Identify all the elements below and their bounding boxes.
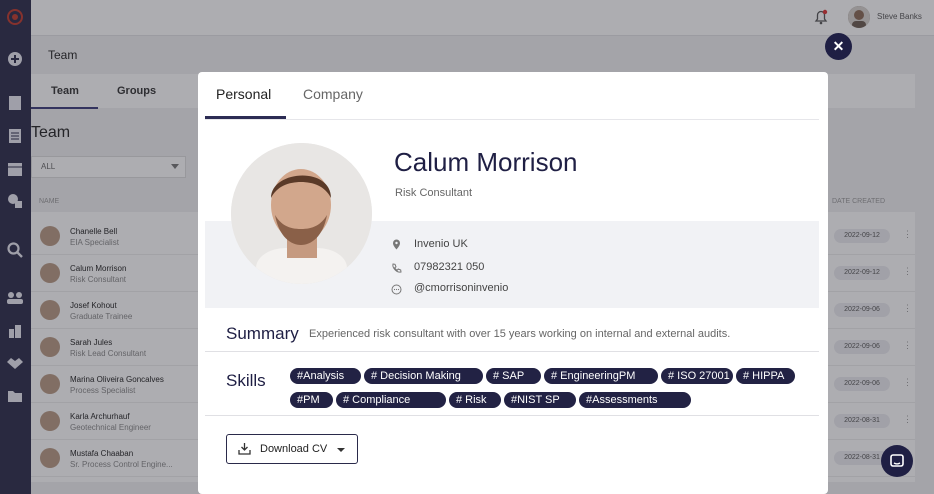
location-text: Invenio UK xyxy=(414,238,468,250)
divider xyxy=(205,351,819,352)
tab-company[interactable]: Company xyxy=(303,86,363,102)
close-icon: ✕ xyxy=(832,38,845,54)
chat-bubble-icon xyxy=(391,282,402,295)
skill-tag[interactable]: #PM xyxy=(290,392,333,408)
tab-personal[interactable]: Personal xyxy=(216,86,271,102)
profile-modal: Personal Company Calum Morrison Risk Con… xyxy=(198,72,828,494)
person-role: Risk Consultant xyxy=(395,187,473,199)
download-cv-button[interactable]: Download CV xyxy=(226,434,358,464)
skill-tag[interactable]: #Assessments xyxy=(579,392,691,408)
skill-tag[interactable]: # Decision Making xyxy=(364,368,483,384)
summary-heading: Summary xyxy=(226,324,299,343)
skill-tag[interactable]: # Compliance xyxy=(336,392,446,408)
handle-text[interactable]: @cmorrisoninvenio xyxy=(414,282,508,294)
close-modal-button[interactable]: ✕ xyxy=(825,33,852,60)
skill-tag[interactable]: # Risk xyxy=(449,392,501,408)
skill-tag[interactable]: # ISO 27001 xyxy=(661,368,733,384)
skills-heading: Skills xyxy=(226,371,266,390)
download-icon xyxy=(238,442,251,455)
phone-text[interactable]: 07982321 050 xyxy=(414,261,484,273)
chat-launcher-button[interactable] xyxy=(881,445,913,477)
tab-divider xyxy=(205,119,819,120)
person-name: Calum Morrison xyxy=(394,147,578,177)
chevron-down-icon xyxy=(337,448,345,452)
location-pin-icon xyxy=(391,237,402,250)
skill-tag[interactable]: # EngineeringPM xyxy=(544,368,658,384)
skill-tag[interactable]: # SAP xyxy=(486,368,541,384)
chat-icon xyxy=(890,454,904,467)
divider xyxy=(205,415,819,416)
skill-tag[interactable]: #NIST SP xyxy=(504,392,576,408)
summary-text: Experienced risk consultant with over 15… xyxy=(309,328,731,340)
app-root: Steve Banks Team Team Groups Team ALL NA… xyxy=(0,0,934,494)
skill-tag[interactable]: #Analysis xyxy=(290,368,361,384)
phone-icon xyxy=(391,261,402,273)
profile-photo xyxy=(231,143,372,284)
download-cv-label: Download CV xyxy=(260,443,328,455)
skill-tag[interactable]: # HIPPA xyxy=(736,368,795,384)
